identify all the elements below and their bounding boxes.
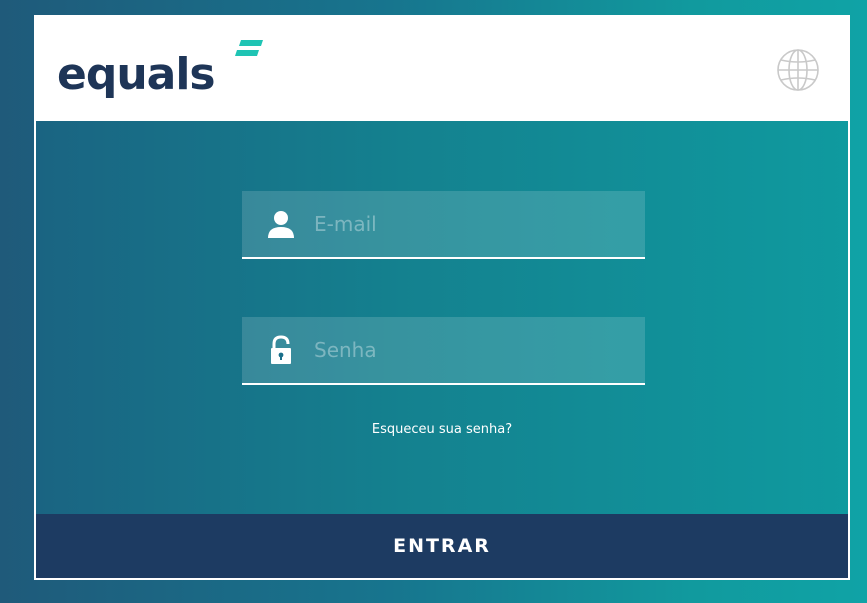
logo-equals-mark-icon (235, 40, 263, 56)
header-bar: equals (36, 17, 848, 121)
email-field[interactable] (242, 191, 645, 259)
user-icon (268, 211, 294, 238)
password-input[interactable] (314, 317, 624, 383)
login-card: equals E-mail Esqueceu sua senha? ENTRAR (34, 15, 850, 580)
lock-icon (271, 335, 291, 364)
password-field[interactable] (242, 317, 645, 385)
login-button[interactable]: ENTRAR (36, 514, 848, 578)
globe-icon[interactable] (775, 47, 821, 93)
logo-text: equals (57, 49, 216, 100)
logo: equals (57, 40, 263, 105)
email-input[interactable] (314, 191, 624, 257)
forgot-password-link[interactable]: Esqueceu sua senha? (36, 422, 848, 437)
